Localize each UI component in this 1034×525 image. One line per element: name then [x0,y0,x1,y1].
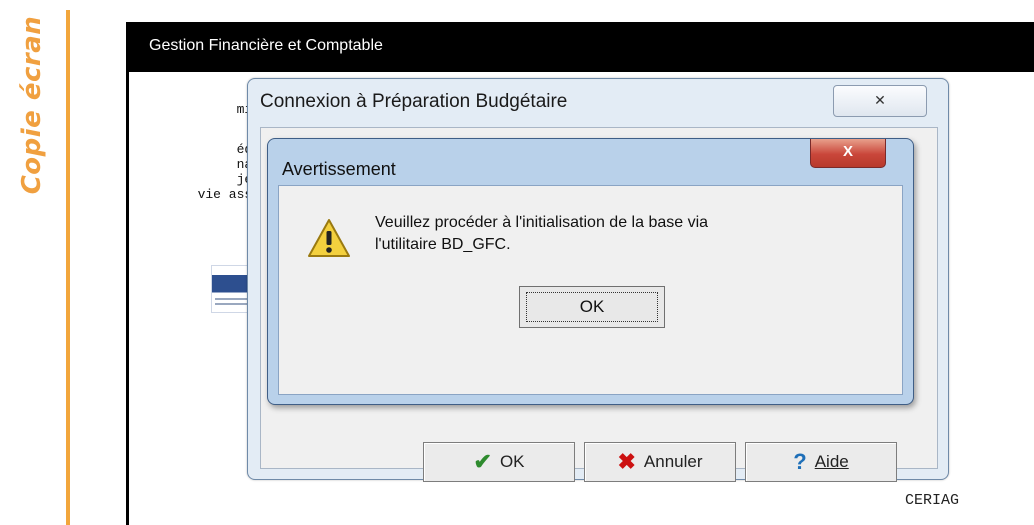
help-icon: ? [793,449,807,474]
aide-button-label: Aide [814,452,849,471]
ok-button-label: OK [499,452,525,471]
warning-message-line-2: l'utilitaire BD_GFC. [375,236,511,253]
warning-dialog-title: Avertissement [282,159,396,179]
warning-message: Veuillez procéder à l'initialisation de … [375,212,708,256]
warning-close-button[interactable]: X [810,139,886,168]
warning-dialog-body: Veuillez procéder à l'initialisation de … [278,185,903,395]
connexion-dialog-title: Connexion à Préparation Budgétaire [260,91,568,112]
connexion-close-button[interactable]: ✕ [833,85,927,117]
warning-ok-label: OK [526,292,658,322]
warning-message-line-1: Veuillez procéder à l'initialisation de … [375,214,709,231]
warning-dialog: Avertissement X Veuillez procéder à l'in… [267,138,914,405]
close-icon: X [842,143,853,160]
warning-icon [307,218,351,263]
warning-ok-button[interactable]: OK [519,286,665,328]
aide-button[interactable]: ? Aide [745,442,897,482]
side-label: Copie écran [8,10,56,200]
side-divider [66,10,70,525]
close-icon: ✕ [874,92,886,108]
window-titlebar: Gestion Financière et Comptable [129,22,1034,72]
cross-icon: ✖ [617,449,636,474]
footer-label: CERIAG [905,492,960,509]
check-icon: ✔ [473,449,492,474]
app-window: Gestion Financière et Comptable min édu … [126,22,1034,525]
window-title: Gestion Financière et Comptable [149,37,383,54]
side-label-text: Copie écran [17,15,47,195]
annuler-button-label: Annuler [643,452,703,471]
ok-button[interactable]: ✔ OK [423,442,575,482]
annuler-button[interactable]: ✖ Annuler [584,442,736,482]
